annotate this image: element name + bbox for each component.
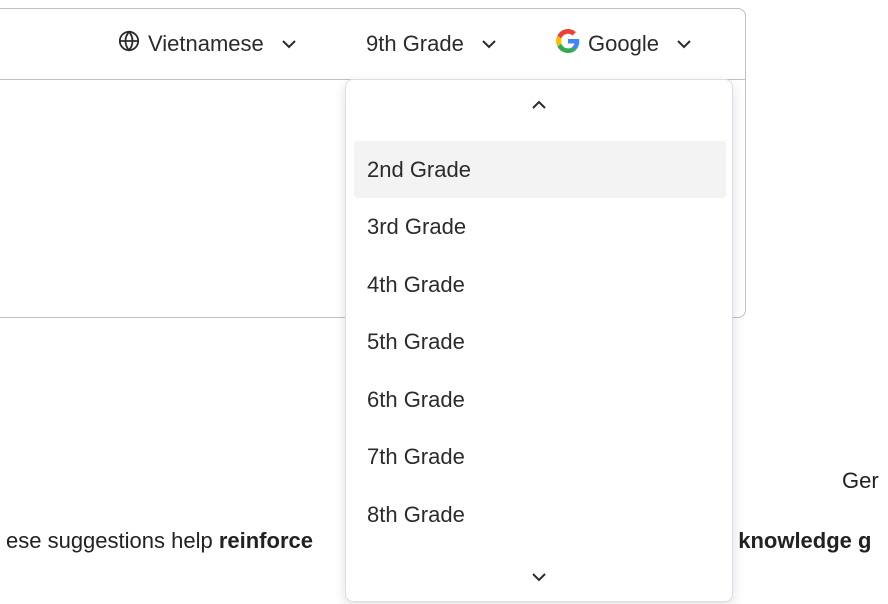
chevron-down-icon [482,40,496,49]
grade-option[interactable]: 6th Grade [354,371,726,428]
grade-dropdown: 2nd Grade 3rd Grade 4th Grade 5th Grade 6th … [345,79,733,602]
background-sentence: ese suggestions help reinforce [6,528,313,554]
grade-option[interactable]: 7th Grade [354,429,726,486]
google-logo-icon [556,29,580,59]
grade-selector-label: 9th Grade [366,31,464,56]
grade-option[interactable]: 5th Grade [354,314,726,371]
engine-selector-label: Google [588,31,659,56]
globe-icon [118,30,140,58]
grade-option[interactable]: 8th Grade [354,486,726,543]
engine-selector[interactable]: Google [556,24,691,64]
grade-option[interactable]: 2nd Grade [354,141,726,198]
chevron-down-icon [677,40,691,49]
grade-option[interactable]: 3rd Grade [354,199,726,256]
background-sentence-end: / knowledge g [726,528,872,553]
language-selector[interactable]: Vietnamese [118,24,296,64]
chevron-up-icon [532,100,546,109]
background-text-fragment: Ger [842,468,879,493]
grade-selector[interactable]: 9th Grade [366,24,496,64]
language-selector-label: Vietnamese [148,31,264,56]
scroll-up-button[interactable] [346,84,732,124]
background-sentence-start: ese suggestions help [6,528,219,553]
background-sentence-bold: reinforce [218,528,313,553]
scroll-down-button[interactable] [346,557,732,597]
page: Vietnamese 9th Grade Google Ger ese sugg… [0,0,888,604]
chevron-down-icon [532,572,546,581]
chevron-down-icon [282,40,296,49]
grade-option[interactable]: 4th Grade [354,256,726,313]
